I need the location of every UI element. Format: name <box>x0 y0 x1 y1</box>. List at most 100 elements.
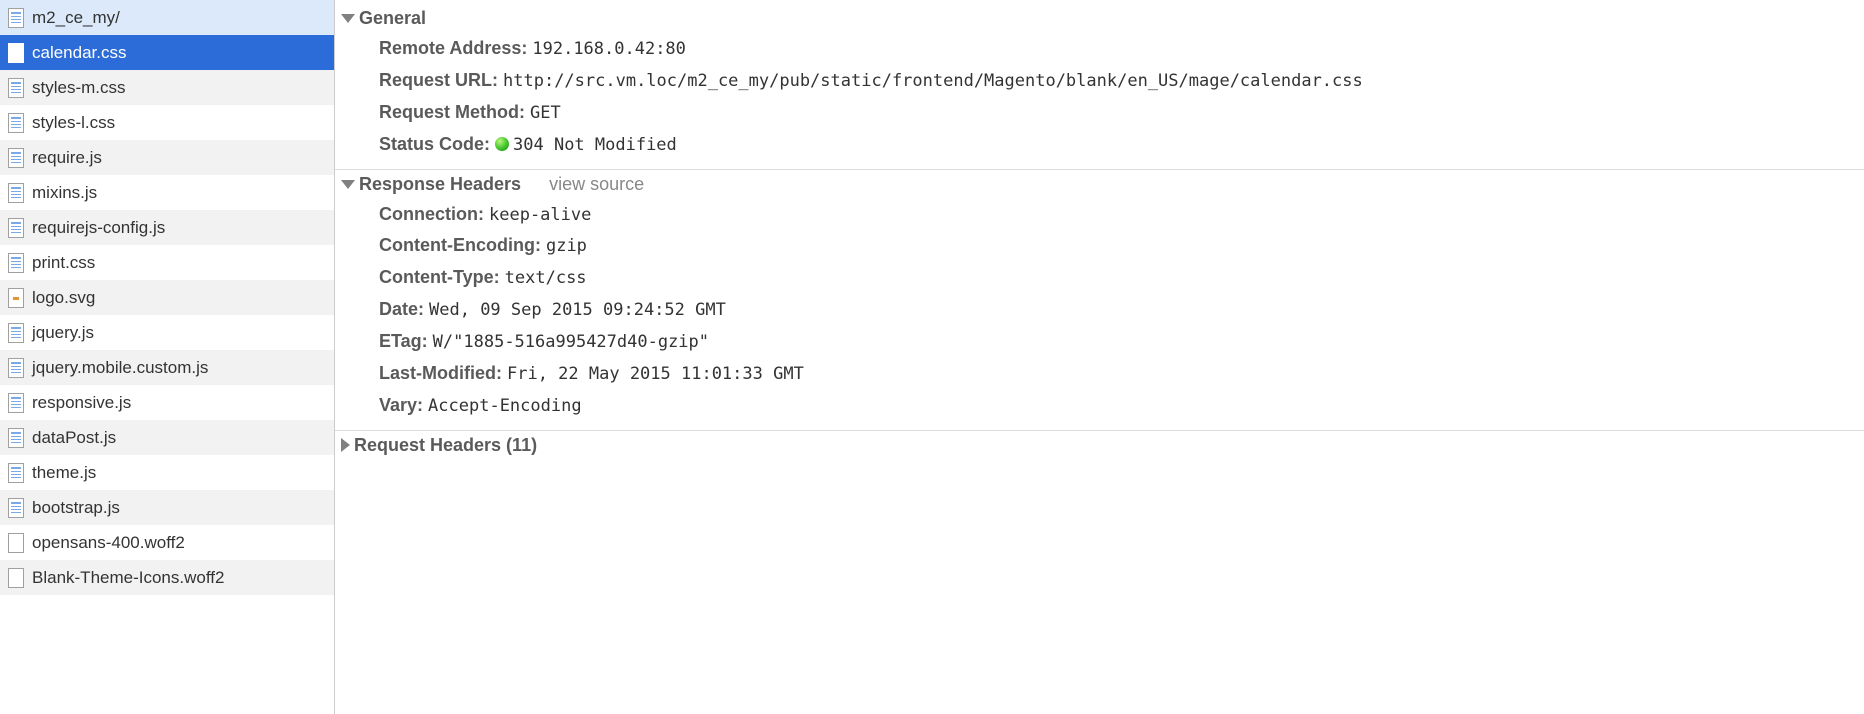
file-icon <box>8 568 24 588</box>
file-row[interactable]: styles-m.css <box>0 70 334 105</box>
request-headers-title: Request Headers (11) <box>354 435 537 456</box>
header-row: Remote Address: 192.168.0.42:80 <box>379 33 1864 65</box>
file-icon <box>8 253 24 273</box>
header-value: keep-alive <box>489 205 591 225</box>
file-row[interactable]: responsive.js <box>0 385 334 420</box>
file-name: mixins.js <box>32 183 97 203</box>
file-name: requirejs-config.js <box>32 218 165 238</box>
header-row: Request URL: http://src.vm.loc/m2_ce_my/… <box>379 65 1864 97</box>
file-icon <box>8 113 24 133</box>
header-row: Connection: keep-alive <box>379 199 1864 231</box>
file-name: m2_ce_my/ <box>32 8 120 28</box>
header-label: Content-Type: <box>379 267 505 287</box>
response-headers-header[interactable]: Response Headers view source <box>335 170 1864 199</box>
file-row[interactable]: calendar.css <box>0 35 334 70</box>
file-name: logo.svg <box>32 288 95 308</box>
file-name: opensans-400.woff2 <box>32 533 185 553</box>
file-name: print.css <box>32 253 95 273</box>
response-headers-title: Response Headers <box>359 174 521 195</box>
file-name: require.js <box>32 148 102 168</box>
general-section: General Remote Address: 192.168.0.42:80R… <box>335 4 1864 170</box>
disclosure-triangle-icon <box>341 14 355 23</box>
file-icon <box>8 43 24 63</box>
response-headers-body: Connection: keep-aliveContent-Encoding: … <box>335 199 1864 430</box>
file-row[interactable]: requirejs-config.js <box>0 210 334 245</box>
file-name: theme.js <box>32 463 96 483</box>
header-label: Request URL: <box>379 70 503 90</box>
disclosure-triangle-icon <box>341 180 355 189</box>
header-value: Wed, 09 Sep 2015 09:24:52 GMT <box>429 300 726 320</box>
file-row[interactable]: bootstrap.js <box>0 490 334 525</box>
file-row[interactable]: styles-l.css <box>0 105 334 140</box>
header-label: Date: <box>379 299 429 319</box>
file-icon <box>8 8 24 28</box>
file-icon <box>8 393 24 413</box>
header-row: Date: Wed, 09 Sep 2015 09:24:52 GMT <box>379 294 1864 326</box>
file-icon <box>8 358 24 378</box>
headers-panel: General Remote Address: 192.168.0.42:80R… <box>335 0 1864 714</box>
header-value: gzip <box>546 236 587 256</box>
response-headers-section: Response Headers view source Connection:… <box>335 170 1864 431</box>
file-name: styles-l.css <box>32 113 115 133</box>
header-label: Content-Encoding: <box>379 235 546 255</box>
header-row: Content-Type: text/css <box>379 262 1864 294</box>
file-icon <box>8 218 24 238</box>
header-value: 192.168.0.42:80 <box>532 39 686 59</box>
file-icon <box>8 323 24 343</box>
header-row: Content-Encoding: gzip <box>379 230 1864 262</box>
header-label: Connection: <box>379 204 489 224</box>
file-row[interactable]: opensans-400.woff2 <box>0 525 334 560</box>
header-row: Request Method: GET <box>379 97 1864 129</box>
header-row: Vary: Accept-Encoding <box>379 390 1864 422</box>
request-headers-section: Request Headers (11) <box>335 431 1864 460</box>
file-row[interactable]: jquery.js <box>0 315 334 350</box>
header-value: http://src.vm.loc/m2_ce_my/pub/static/fr… <box>503 71 1363 91</box>
header-label: Vary: <box>379 395 428 415</box>
file-icon <box>8 428 24 448</box>
file-row[interactable]: theme.js <box>0 455 334 490</box>
file-row[interactable]: jquery.mobile.custom.js <box>0 350 334 385</box>
request-headers-header[interactable]: Request Headers (11) <box>335 431 1864 460</box>
file-icon <box>8 498 24 518</box>
file-name: jquery.mobile.custom.js <box>32 358 208 378</box>
file-name: bootstrap.js <box>32 498 120 518</box>
file-row[interactable]: m2_ce_my/ <box>0 0 334 35</box>
file-icon <box>8 288 24 308</box>
general-section-header[interactable]: General <box>335 4 1864 33</box>
header-label: Request Method: <box>379 102 530 122</box>
header-value: GET <box>530 103 561 123</box>
header-row: Last-Modified: Fri, 22 May 2015 11:01:33… <box>379 358 1864 390</box>
file-icon <box>8 78 24 98</box>
header-label: Last-Modified: <box>379 363 507 383</box>
header-label: Remote Address: <box>379 38 532 58</box>
file-row[interactable]: logo.svg <box>0 280 334 315</box>
network-file-list: m2_ce_my/calendar.css styles-m.css styles-… <box>0 0 335 714</box>
header-row: ETag: W/"1885-516a995427d40-gzip" <box>379 326 1864 358</box>
header-label: ETag: <box>379 331 433 351</box>
header-label: Status Code: <box>379 134 495 154</box>
header-value: 304 Not Modified <box>513 135 677 155</box>
file-icon <box>8 463 24 483</box>
header-row: Status Code: 304 Not Modified <box>379 129 1864 161</box>
file-name: Blank-Theme-Icons.woff2 <box>32 568 224 588</box>
header-value: text/css <box>505 268 587 288</box>
file-icon <box>8 183 24 203</box>
file-name: styles-m.css <box>32 78 126 98</box>
file-name: dataPost.js <box>32 428 116 448</box>
file-name: calendar.css <box>32 43 127 63</box>
file-name: jquery.js <box>32 323 94 343</box>
disclosure-triangle-icon <box>341 438 350 452</box>
view-source-link[interactable]: view source <box>549 174 644 195</box>
file-icon <box>8 148 24 168</box>
general-section-title: General <box>359 8 426 29</box>
header-value: W/"1885-516a995427d40-gzip" <box>433 332 709 352</box>
file-row[interactable]: require.js <box>0 140 334 175</box>
file-row[interactable]: print.css <box>0 245 334 280</box>
general-section-body: Remote Address: 192.168.0.42:80Request U… <box>335 33 1864 169</box>
file-icon <box>8 533 24 553</box>
header-value: Fri, 22 May 2015 11:01:33 GMT <box>507 364 804 384</box>
file-row[interactable]: Blank-Theme-Icons.woff2 <box>0 560 334 595</box>
file-name: responsive.js <box>32 393 131 413</box>
file-row[interactable]: dataPost.js <box>0 420 334 455</box>
file-row[interactable]: mixins.js <box>0 175 334 210</box>
